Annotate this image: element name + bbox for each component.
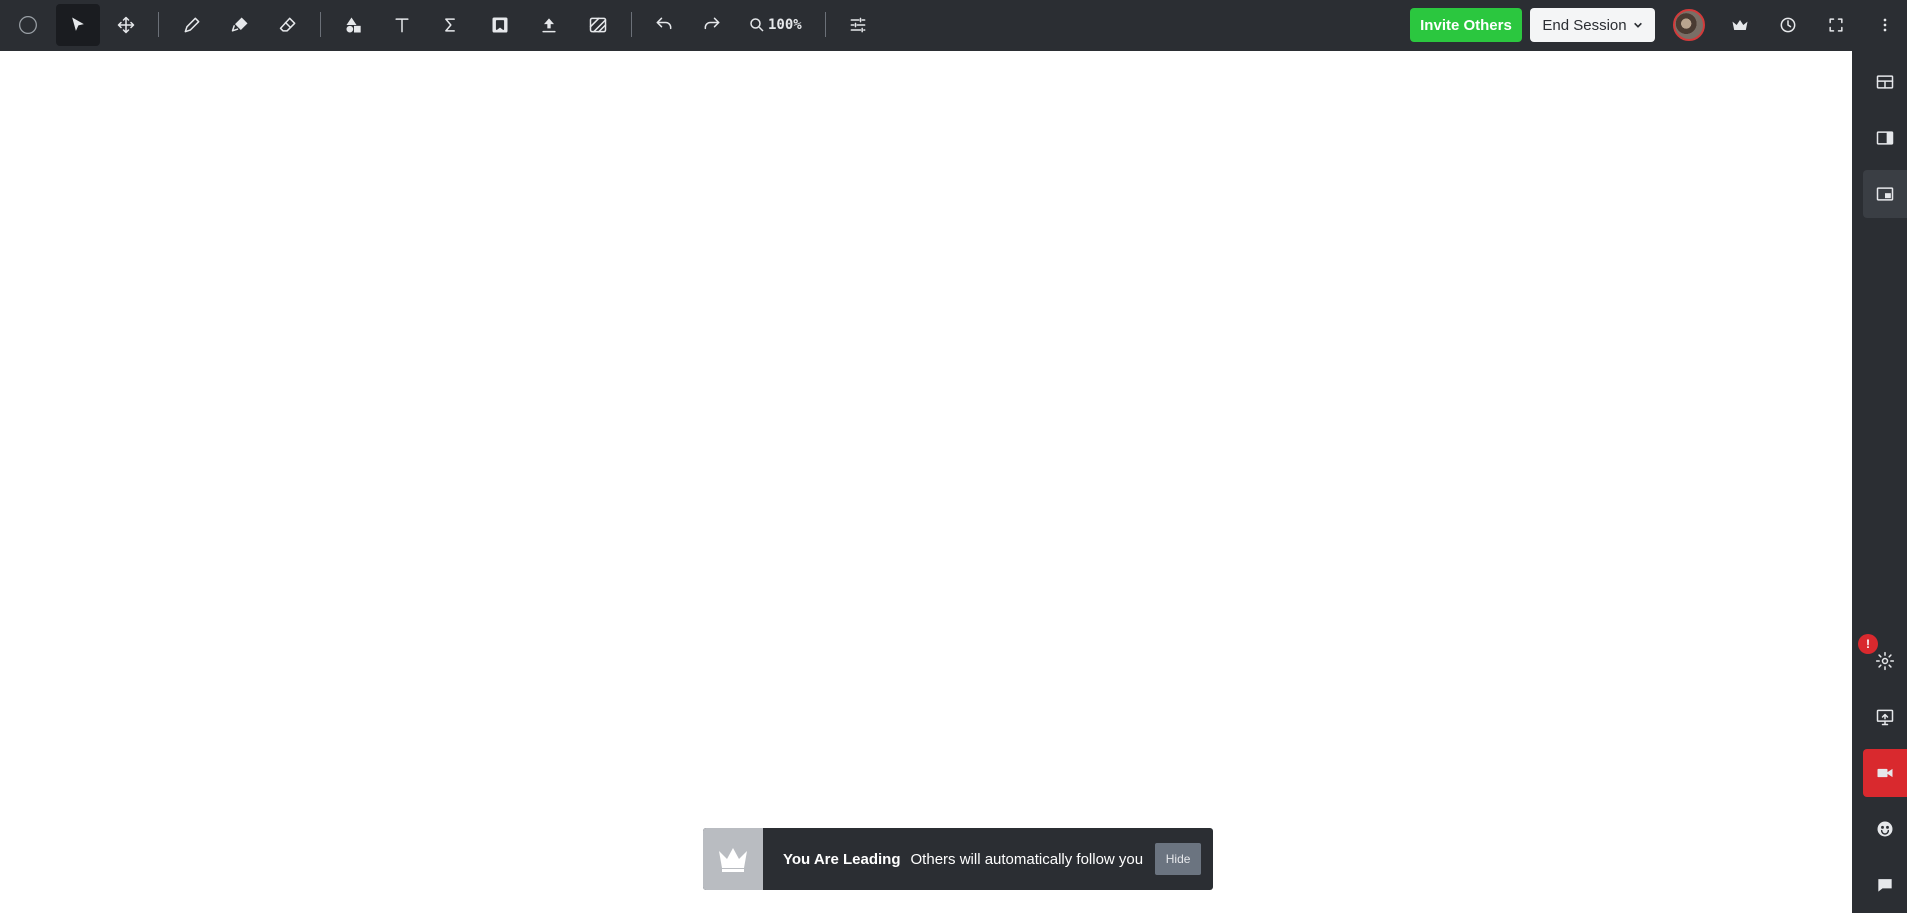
picture-in-picture-button[interactable] [1863,170,1907,218]
upload-tool-button[interactable] [527,4,571,46]
toolbar-separator [825,12,826,37]
crown-icon [1732,20,1748,30]
upload-icon [542,18,556,33]
marker-tool-button[interactable] [218,4,262,46]
crown-icon [719,848,747,872]
fullscreen-icon [1829,18,1843,32]
smiley-icon [1877,821,1893,837]
eraser-icon [279,17,296,32]
hide-button[interactable]: Hide [1155,843,1202,875]
text-tool-button[interactable] [380,4,424,46]
marker-icon [231,17,248,32]
math-tool-button[interactable] [428,4,472,46]
toast-message: Others will automatically follow you [910,850,1144,868]
toolbar-separator [631,12,632,37]
video-camera-icon [1877,768,1893,778]
zoom-control[interactable]: 100% [748,4,810,46]
screen-share-icon [1876,709,1894,726]
toolbar-separator [158,12,159,37]
eraser-tool-button[interactable] [266,4,310,46]
chat-button[interactable] [1863,861,1907,909]
sliders-icon [850,17,866,33]
toast-title: You Are Leading [783,850,901,868]
pencil-icon [184,17,200,33]
end-session-button[interactable]: End Session [1530,8,1655,42]
move-tool-button[interactable] [104,4,148,46]
toolbar-separator [320,12,321,37]
screen-share-button[interactable] [1863,693,1907,741]
zoom-level: 100% [768,17,802,33]
sigma-icon [445,18,455,32]
leading-notification: You Are Leading Others will automaticall… [703,828,1213,890]
chevron-down-icon [1633,22,1642,28]
gear-icon [1875,651,1895,671]
clock-icon [1780,17,1796,33]
end-session-label: End Session [1542,16,1627,34]
background-tool-button[interactable] [576,4,620,46]
avatar[interactable] [1673,9,1705,41]
undo-icon [656,17,672,30]
reactions-button[interactable] [1863,805,1907,853]
more-options-button[interactable] [1863,4,1907,46]
text-icon [395,18,409,33]
board-settings-button[interactable] [836,4,880,46]
magnifier-icon [750,18,764,32]
settings-alert-badge: ! [1858,634,1878,654]
note-icon [492,17,508,33]
history-button[interactable] [1766,4,1810,46]
whiteboard-canvas[interactable] [0,51,1852,913]
toast-icon-box [703,828,763,890]
shapes-icon [346,17,361,33]
redo-button[interactable] [690,4,734,46]
layout-button[interactable] [1863,58,1907,106]
right-sidebar [1852,51,1907,913]
invite-others-button[interactable]: Invite Others [1410,8,1522,42]
cursor-icon [72,17,84,31]
undo-button[interactable] [642,4,686,46]
panel-button[interactable] [1863,114,1907,162]
kebab-menu-icon [1883,18,1887,32]
layout-icon [1876,75,1894,89]
shapes-tool-button[interactable] [332,4,376,46]
fullscreen-button[interactable] [1814,4,1858,46]
picture-in-picture-icon [1876,187,1894,201]
redo-icon [704,17,720,30]
sticky-note-tool-button[interactable] [478,4,522,46]
select-tool-button[interactable] [56,4,100,46]
circle-icon [19,16,37,34]
whiteboard-app: 100% Invite Others End Session ! You Are… [0,0,1907,913]
top-toolbar: 100% Invite Others End Session [0,0,1907,51]
move-arrows-icon [117,16,135,34]
chat-icon [1878,879,1892,892]
hatch-icon [589,17,607,33]
leader-crown-button[interactable] [1718,4,1762,46]
pen-tool-button[interactable] [170,4,214,46]
panel-icon [1876,131,1894,145]
color-picker-button[interactable] [6,4,50,46]
video-camera-button[interactable] [1863,749,1907,797]
